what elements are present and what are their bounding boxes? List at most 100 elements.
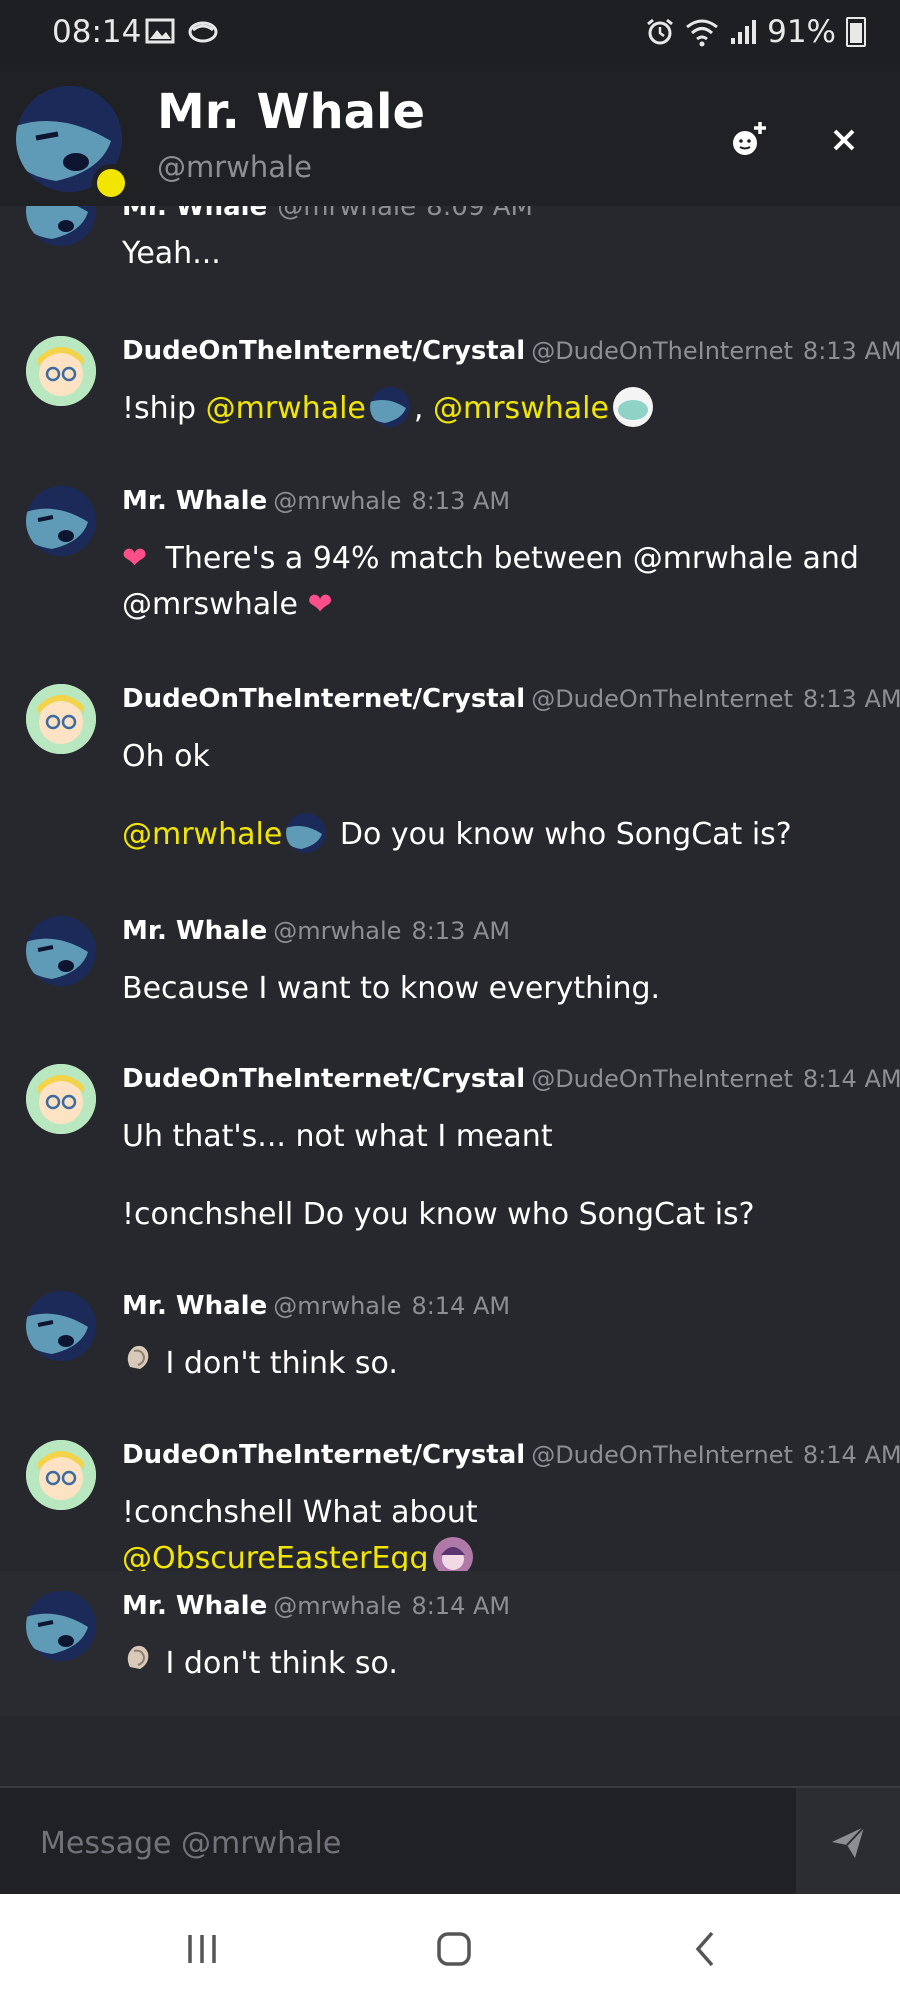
author-name[interactable]: Mr. Whale bbox=[122, 916, 267, 946]
close-icon bbox=[833, 129, 855, 151]
author-handle: @DudeOnTheInternet bbox=[531, 337, 793, 365]
message-time: 8:14 AM bbox=[802, 1441, 900, 1469]
message-text: Oh ok bbox=[122, 739, 210, 774]
message-body: Uh that's... not what I meant !conchshel… bbox=[122, 1114, 862, 1238]
system-nav-bar bbox=[0, 1894, 900, 2000]
mention-avatar bbox=[369, 386, 410, 427]
whale-avatar-icon bbox=[26, 1291, 96, 1361]
message-line: @mrwhale Do you know who SongCat is? bbox=[122, 812, 862, 858]
mention-avatar bbox=[612, 386, 653, 427]
message-body: I don't think so. bbox=[122, 1641, 862, 1687]
message-text: Because I want to know everything. bbox=[122, 971, 661, 1006]
author-handle: @DudeOnTheInternet bbox=[531, 685, 793, 713]
add-friend-button[interactable] bbox=[726, 118, 770, 162]
message-time: 8:09 AM bbox=[426, 206, 533, 222]
message-body: !ship @mrwhale, @mrswhale bbox=[122, 386, 862, 432]
author-handle: @mrwhale bbox=[273, 1292, 402, 1320]
wifi-icon bbox=[686, 19, 719, 47]
header-handle: @mrwhale bbox=[157, 150, 312, 184]
message-list[interactable]: Mr. Whale @mrwhale 8:09 AM Yeah... DudeOnT… bbox=[0, 206, 900, 1786]
status-time: 08:14 bbox=[52, 14, 142, 50]
battery-percent: 91% bbox=[767, 14, 836, 50]
whale-avatar-icon bbox=[26, 1591, 96, 1661]
message-composer bbox=[0, 1786, 900, 1896]
avatar[interactable] bbox=[26, 1064, 96, 1134]
avatar[interactable] bbox=[26, 1440, 96, 1510]
avatar[interactable] bbox=[26, 684, 96, 754]
dude-avatar-icon bbox=[26, 1440, 96, 1510]
message-text: !conchshell Do you know who SongCat is? bbox=[122, 1197, 755, 1232]
command-text: !ship bbox=[122, 391, 197, 426]
avatar[interactable] bbox=[26, 916, 96, 986]
author-name[interactable]: Mr. Whale bbox=[122, 486, 267, 516]
message-time: 8:13 AM bbox=[411, 917, 511, 945]
author-handle: @DudeOnTheInternet bbox=[531, 1065, 793, 1093]
avatar[interactable] bbox=[26, 486, 96, 556]
close-button[interactable] bbox=[822, 118, 866, 162]
avatar[interactable] bbox=[26, 1291, 96, 1361]
image-icon bbox=[145, 18, 175, 44]
message-time: 8:13 AM bbox=[802, 337, 900, 365]
author-name[interactable]: DudeOnTheInternet/Crystal bbox=[122, 684, 525, 714]
dm-header: Mr. Whale @mrwhale bbox=[0, 66, 900, 206]
avatar[interactable] bbox=[26, 336, 96, 406]
message-text: Do you know who SongCat is? bbox=[339, 817, 792, 852]
message-text: !conchshell What about bbox=[122, 1495, 478, 1530]
message-time: 8:13 AM bbox=[411, 487, 511, 515]
message-text: I don't think so. bbox=[165, 1646, 398, 1681]
signal-icon bbox=[731, 20, 757, 44]
message-time: 8:14 AM bbox=[802, 1065, 900, 1093]
back-icon bbox=[695, 1931, 714, 1967]
back-button[interactable] bbox=[676, 1924, 736, 1974]
message-time: 8:14 AM bbox=[411, 1292, 511, 1320]
message-meta: Mr. Whale @mrwhale 8:14 AM bbox=[122, 1291, 510, 1321]
send-icon bbox=[832, 1826, 865, 1858]
mention[interactable]: @mrwhale bbox=[206, 391, 366, 426]
home-icon bbox=[437, 1932, 471, 1966]
whale-avatar-icon bbox=[26, 206, 96, 246]
author-handle: @mrwhale bbox=[277, 206, 417, 222]
message-text: I don't think so. bbox=[165, 1346, 398, 1381]
online-status-indicator bbox=[92, 164, 130, 202]
send-button[interactable] bbox=[796, 1788, 900, 1896]
whale-avatar-icon bbox=[26, 486, 96, 556]
author-handle: @DudeOnTheInternet bbox=[531, 1441, 793, 1469]
author-name[interactable]: DudeOnTheInternet/Crystal bbox=[122, 1440, 525, 1470]
cloud-icon bbox=[188, 21, 218, 43]
recents-icon bbox=[188, 1935, 216, 1963]
message-author: Mr. Whale @mrwhale 8:09 AM bbox=[122, 206, 533, 222]
home-button[interactable] bbox=[424, 1924, 484, 1974]
author-name: Mr. Whale bbox=[122, 206, 268, 222]
status-bar: 08:14 91% bbox=[0, 0, 900, 66]
status-left-icons bbox=[145, 16, 219, 46]
mention[interactable]: @mrswhale bbox=[433, 391, 609, 426]
mention-avatar bbox=[286, 812, 327, 853]
recents-button[interactable] bbox=[172, 1924, 232, 1974]
message-body: !conchshell What about @ObscureEasterEgg bbox=[122, 1490, 862, 1582]
message-meta: Mr. Whale @mrwhale 8:14 AM bbox=[122, 1591, 510, 1621]
message-body: ❤ There's a 94% match between @mrwhale a… bbox=[122, 536, 862, 628]
message-meta: DudeOnTheInternet/Crystal @DudeOnTheInter… bbox=[122, 1440, 900, 1470]
message-meta: Mr. Whale @mrwhale 8:13 AM bbox=[122, 916, 510, 946]
mention[interactable]: @mrwhale bbox=[122, 817, 282, 852]
avatar[interactable] bbox=[26, 206, 96, 246]
avatar[interactable] bbox=[26, 1591, 96, 1661]
author-handle: @mrwhale bbox=[273, 1592, 402, 1620]
message-meta: Mr. Whale @mrwhale 8:13 AM bbox=[122, 486, 510, 516]
author-name[interactable]: Mr. Whale bbox=[122, 1591, 267, 1621]
author-name[interactable]: DudeOnTheInternet/Crystal bbox=[122, 1064, 525, 1094]
message-meta: DudeOnTheInternet/Crystal @DudeOnTheInter… bbox=[122, 684, 900, 714]
message-input[interactable] bbox=[38, 1818, 762, 1868]
author-name[interactable]: DudeOnTheInternet/Crystal bbox=[122, 336, 525, 366]
add-friend-icon bbox=[733, 122, 766, 155]
message-meta: DudeOnTheInternet/Crystal @DudeOnTheInter… bbox=[122, 336, 900, 366]
message-time: 8:14 AM bbox=[411, 1592, 511, 1620]
dude-avatar-icon bbox=[26, 336, 96, 406]
author-name[interactable]: Mr. Whale bbox=[122, 1291, 267, 1321]
status-right-icons: 91% bbox=[645, 14, 866, 50]
message-body: Oh ok @mrwhale Do you know who SongCat i… bbox=[122, 734, 862, 858]
whale-avatar-icon bbox=[26, 916, 96, 986]
heart-arrow-icon: ❤ bbox=[307, 587, 333, 622]
message-text: Uh that's... not what I meant bbox=[122, 1119, 553, 1154]
message-body: I don't think so. bbox=[122, 1341, 862, 1387]
